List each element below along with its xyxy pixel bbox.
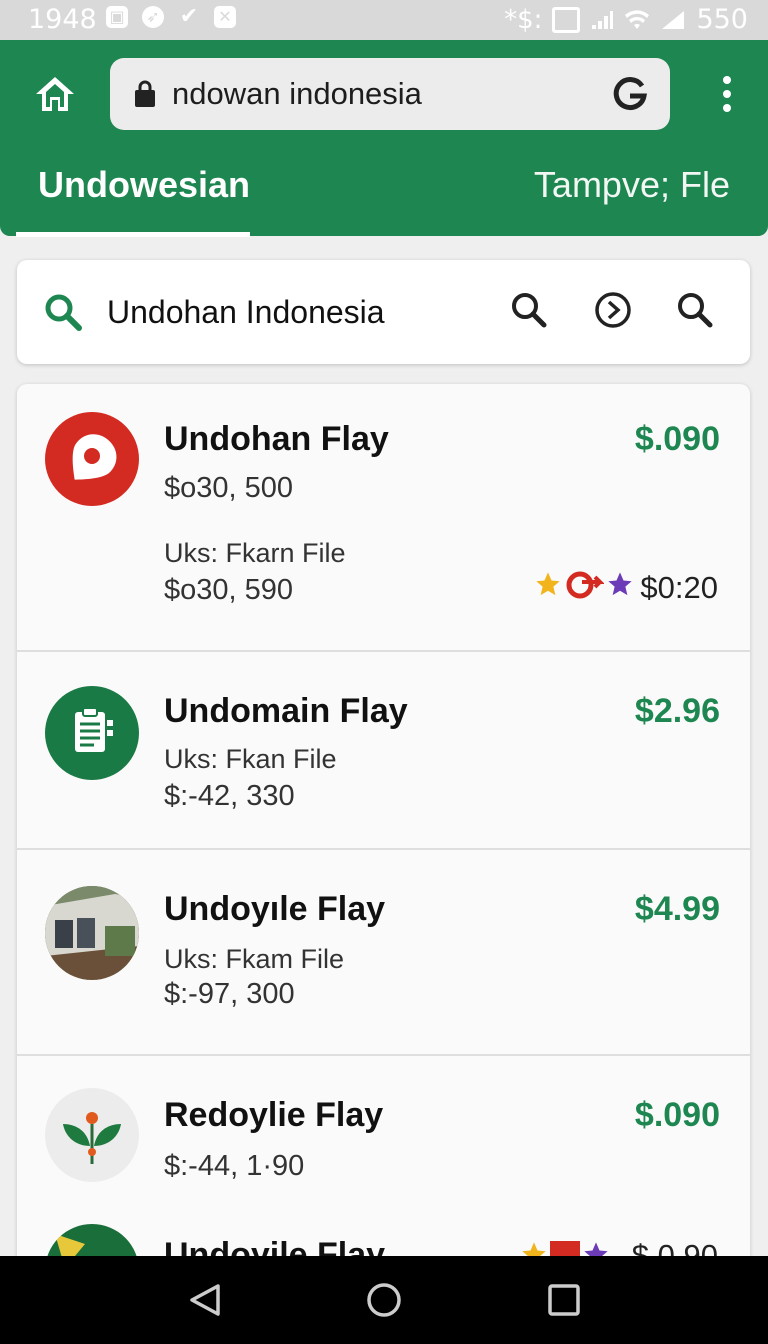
compass-icon: ➶ — [142, 6, 164, 28]
wifi-icon — [625, 9, 650, 29]
item-title: Undohan Flay — [164, 420, 389, 458]
play-circle-icon[interactable] — [593, 290, 633, 330]
item-price: $2.96 — [634, 692, 720, 730]
search-bar[interactable]: Undohan Indonesia — [17, 260, 750, 364]
storefront-photo — [45, 886, 139, 980]
item-detail-value: $:-42, 330 — [164, 780, 295, 812]
close-box-icon: ✕ — [214, 6, 236, 28]
app-header: ndowan indonesia Undowesian Tampve; Fle — [0, 40, 768, 237]
list-item[interactable]: Undomain Flay $2.96 Uks: Fkan File $:-42… — [17, 650, 750, 850]
tab-tampve-fle[interactable]: Tampve; Fle — [534, 164, 730, 206]
overflow-menu-icon[interactable] — [720, 76, 734, 116]
home-icon[interactable] — [34, 74, 76, 114]
list-item[interactable]: Undoyıle Flay $4.99 Uks: Fkam File $:-97… — [17, 848, 750, 1056]
status-time: 1948 — [28, 4, 97, 35]
clipboard-icon — [45, 686, 139, 780]
list-item[interactable]: Redoylie Flay $.090 $:-44, 1·90 — [17, 1054, 750, 1222]
active-tab-indicator — [16, 232, 250, 237]
item-price: $4.99 — [634, 890, 720, 928]
results-list: Undohan Flay $.090 $o30, 500 Uks: Fkarn … — [17, 384, 750, 1284]
screen-icon — [552, 6, 581, 33]
search-icon — [45, 294, 82, 331]
item-detail-value: $o30, 590 — [164, 574, 294, 606]
system-nav-bar — [0, 1256, 768, 1344]
item-price: $.090 — [634, 420, 720, 458]
recents-icon[interactable] — [544, 1280, 584, 1320]
home-circle-icon[interactable] — [364, 1280, 404, 1320]
search-icon[interactable] — [509, 290, 549, 330]
red-pin-icon — [45, 412, 139, 506]
rating-badges — [534, 568, 634, 600]
check-icon: ✔ — [179, 4, 199, 29]
item-price: $.090 — [634, 1096, 720, 1134]
tab-undowesian[interactable]: Undowesian — [38, 164, 250, 206]
battery-level: 550 — [696, 4, 748, 35]
list-item[interactable]: Undohan Flay $.090 $o30, 500 Uks: Fkarn … — [17, 384, 750, 652]
status-right: *$: 550 — [504, 4, 748, 35]
notification-icon: ▣ — [106, 6, 128, 28]
search-icon[interactable] — [675, 290, 715, 330]
url-text: ndowan indonesia — [172, 76, 422, 111]
cell-icon — [662, 10, 685, 29]
item-detail: Uks: Fkan File — [164, 744, 337, 774]
search-query[interactable]: Undohan Indonesia — [107, 294, 385, 331]
google-g-icon[interactable] — [612, 76, 648, 112]
item-title: Undoyıle Flay — [164, 890, 386, 928]
item-title: Redoylie Flay — [164, 1096, 384, 1134]
notification-icons: ▣ ➶ ✔ ✕ — [106, 6, 236, 28]
red-arrow-icon — [566, 571, 604, 599]
item-title: Undomain Flay — [164, 692, 408, 730]
back-icon[interactable] — [186, 1280, 226, 1320]
item-detail-value: $:-97, 300 — [164, 978, 295, 1010]
signal-icon — [592, 10, 614, 29]
status-bar: 1948 ▣ ➶ ✔ ✕ *$: 550 — [0, 0, 768, 40]
lock-icon — [135, 80, 155, 107]
url-bar[interactable]: ndowan indonesia — [110, 58, 670, 130]
item-detail-value: $:-44, 1·90 — [164, 1150, 305, 1182]
plant-icon — [45, 1088, 139, 1182]
status-symbols: *$: — [504, 4, 543, 35]
purple-star-icon — [608, 572, 632, 596]
item-subtitle: $o30, 500 — [164, 472, 294, 504]
gold-star-icon — [536, 572, 560, 596]
item-detail: Uks: Fkam File — [164, 944, 345, 974]
item-detail: Uks: Fkarn File — [164, 538, 346, 568]
item-secondary-price: $0:20 — [640, 570, 718, 605]
